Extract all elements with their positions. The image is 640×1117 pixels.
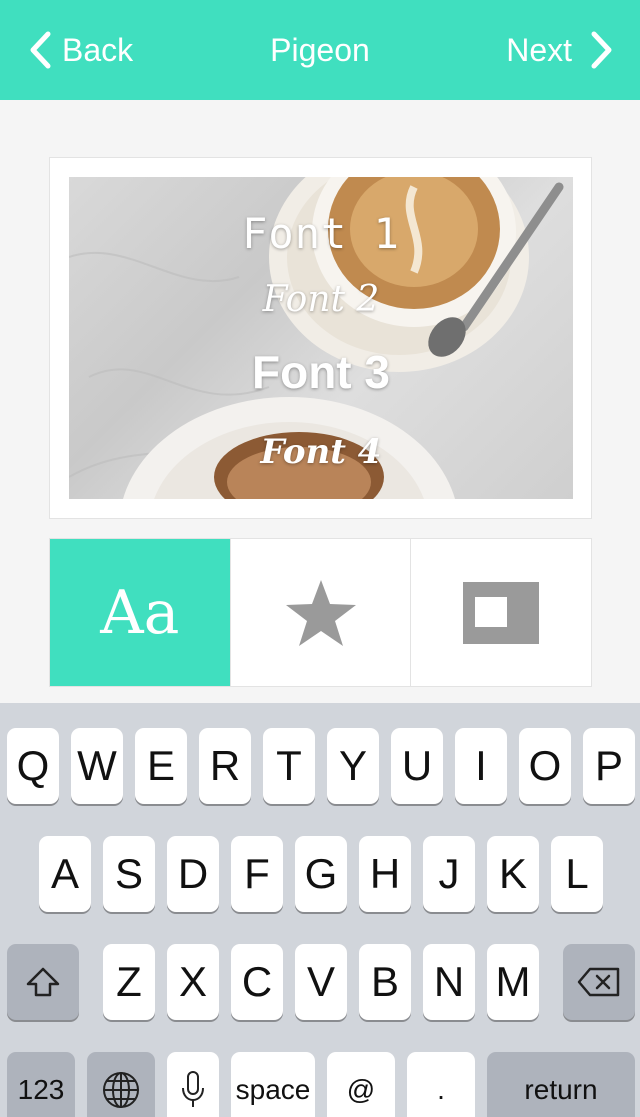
preview-card: Font 1 Font 2 Font 3 Font 4 [49, 157, 592, 519]
key-y[interactable]: Y [327, 728, 379, 804]
key-g[interactable]: G [295, 836, 347, 912]
key-q[interactable]: Q [7, 728, 59, 804]
shift-icon [26, 967, 60, 997]
star-icon [285, 579, 356, 646]
photo-preview: Font 1 Font 2 Font 3 Font 4 [69, 177, 573, 499]
key-f[interactable]: F [231, 836, 283, 912]
period-key[interactable]: . [407, 1052, 475, 1117]
tab-stickers[interactable] [231, 539, 412, 686]
navigation-bar: Back Pigeon Next [0, 0, 640, 100]
key-h[interactable]: H [359, 836, 411, 912]
font-sample-4[interactable]: Font 4 [69, 432, 573, 472]
microphone-icon [182, 1071, 204, 1107]
font-samples: Font 1 Font 2 Font 3 Font 4 [69, 177, 573, 499]
frame-icon [463, 581, 540, 644]
font-sample-1[interactable]: Font 1 [69, 209, 573, 258]
key-v[interactable]: V [295, 944, 347, 1020]
key-t[interactable]: T [263, 728, 315, 804]
numbers-key[interactable]: 123 [7, 1052, 75, 1117]
key-s[interactable]: S [103, 836, 155, 912]
key-b[interactable]: B [359, 944, 411, 1020]
font-sample-2[interactable]: Font 2 [69, 279, 573, 320]
key-l[interactable]: L [551, 836, 603, 912]
next-label: Next [506, 31, 572, 68]
key-k[interactable]: K [487, 836, 539, 912]
font-sample-3[interactable]: Font 3 [69, 345, 573, 399]
globe-icon [103, 1072, 139, 1108]
dictation-key[interactable] [167, 1052, 219, 1117]
key-x[interactable]: X [167, 944, 219, 1020]
delete-key[interactable] [563, 944, 635, 1020]
shift-key[interactable] [7, 944, 79, 1020]
key-d[interactable]: D [167, 836, 219, 912]
key-m[interactable]: M [487, 944, 539, 1020]
key-e[interactable]: E [135, 728, 187, 804]
key-z[interactable]: Z [103, 944, 155, 1020]
key-n[interactable]: N [423, 944, 475, 1020]
key-o[interactable]: O [519, 728, 571, 804]
chevron-right-icon [591, 31, 612, 69]
tab-text[interactable]: Aa [50, 539, 231, 686]
keyboard: Q W E R T Y U I O P A S D F G H J K L Z … [0, 703, 640, 1117]
key-r[interactable]: R [199, 728, 251, 804]
backspace-icon [577, 967, 620, 997]
key-w[interactable]: W [71, 728, 123, 804]
key-a[interactable]: A [39, 836, 91, 912]
tool-tabs: Aa [49, 538, 592, 687]
return-key[interactable]: return [487, 1052, 635, 1117]
tab-frame[interactable] [411, 539, 591, 686]
at-key[interactable]: @ [327, 1052, 395, 1117]
globe-key[interactable] [87, 1052, 155, 1117]
text-tab-label: Aa [100, 577, 180, 648]
next-button[interactable]: Next [506, 0, 614, 100]
key-i[interactable]: I [455, 728, 507, 804]
key-p[interactable]: P [583, 728, 635, 804]
key-u[interactable]: U [391, 728, 443, 804]
key-j[interactable]: J [423, 836, 475, 912]
space-key[interactable]: space [231, 1052, 315, 1117]
key-c[interactable]: C [231, 944, 283, 1020]
